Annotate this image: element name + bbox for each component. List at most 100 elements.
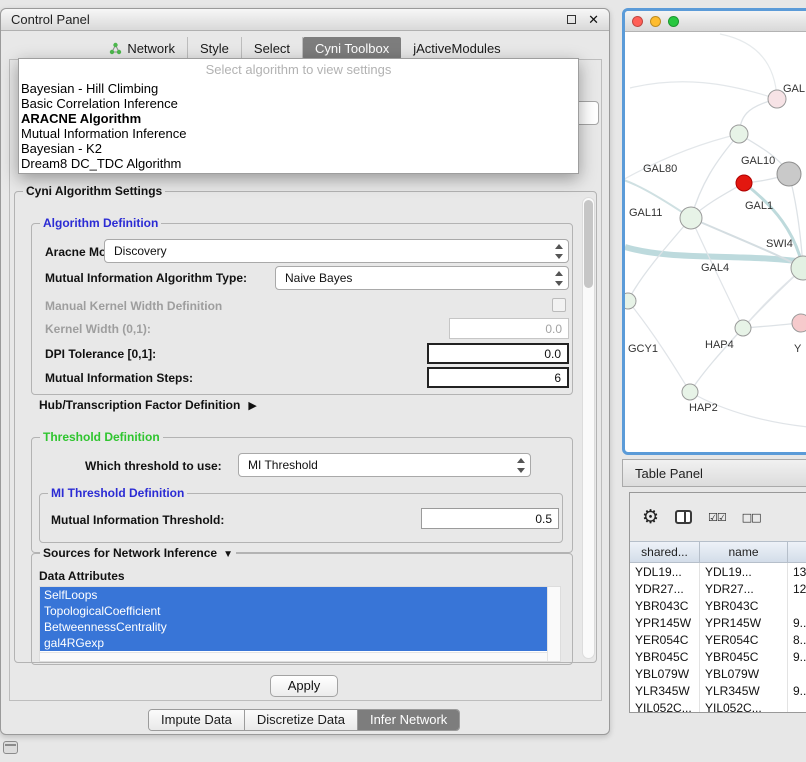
network-node[interactable] [625, 293, 636, 309]
tab-impute-data[interactable]: Impute Data [149, 710, 245, 730]
mi-steps-label: Mutual Information Steps: [45, 371, 193, 385]
combobox-arrows-icon [555, 271, 563, 286]
table-cell [788, 699, 806, 713]
minimize-traffic-light[interactable] [650, 16, 661, 27]
combobox-arrows-icon [517, 458, 525, 473]
column-header[interactable] [788, 541, 806, 563]
kernel-width-field: 0.0 [449, 318, 569, 339]
expand-down-icon: ▼ [223, 549, 233, 560]
table-row[interactable]: YBR045CYBR045C9... [630, 648, 806, 665]
close-traffic-light[interactable] [632, 16, 643, 27]
deselect-all-icon[interactable]: □□ [742, 511, 761, 524]
network-node[interactable] [792, 314, 806, 332]
control-panel-titlebar[interactable]: Control Panel ✕ [1, 9, 609, 31]
mi-type-label: Mutual Information Algorithm Type: [45, 271, 247, 285]
mi-threshold-field[interactable]: 0.5 [421, 508, 559, 529]
hub-definition-expander[interactable]: Hub/Transcription Factor Definition▶ [39, 398, 257, 412]
table-cell: YBR043C [700, 597, 788, 614]
data-attribute-item[interactable]: TopologicalCoefficient [40, 603, 547, 619]
network-node[interactable] [682, 384, 698, 400]
table-cell: YER054C [630, 631, 700, 648]
field-value: 0.0 [545, 322, 562, 336]
algorithm-option[interactable]: Dream8 DC_TDC Algorithm [19, 156, 578, 171]
bottom-tab-bar: Impute Data Discretize Data Infer Networ… [148, 709, 460, 731]
tab-jactivemodules[interactable]: jActiveModules [401, 37, 512, 59]
algorithm-option[interactable]: Bayesian - Hill Climbing [19, 81, 578, 96]
data-attribute-item[interactable]: gal4RGexp [40, 635, 547, 651]
tab-select[interactable]: Select [242, 37, 303, 59]
table-cell [788, 597, 806, 614]
tab-style[interactable]: Style [188, 37, 242, 59]
network-node[interactable] [735, 320, 751, 336]
table-cell: 8... [788, 631, 806, 648]
algorithm-option[interactable]: Mutual Information Inference [19, 126, 578, 141]
table-cell: YLR345W [700, 682, 788, 699]
network-node[interactable] [730, 125, 748, 143]
table-row[interactable]: YDL19...YDL19...13... [630, 563, 806, 580]
aracne-mode-combobox[interactable]: Discovery [104, 239, 569, 263]
close-icon[interactable]: ✕ [588, 13, 599, 26]
tab-infer-network[interactable]: Infer Network [358, 710, 459, 730]
hub-definition-label: Hub/Transcription Factor Definition [39, 398, 240, 412]
zoom-traffic-light[interactable] [668, 16, 679, 27]
select-all-icon[interactable]: ☑☑ [708, 511, 726, 524]
algorithm-popup-placeholder: Select algorithm to view settings [19, 59, 578, 81]
table-cell: YLR345W [630, 682, 700, 699]
network-node[interactable] [680, 207, 702, 229]
tab-label: Select [254, 41, 290, 56]
network-node[interactable] [777, 162, 801, 186]
table-cell: YBL079W [700, 665, 788, 682]
tab-label: Network [127, 41, 175, 56]
table-cell: 9... [788, 614, 806, 631]
data-attribute-item[interactable]: SelfLoops [40, 587, 547, 603]
column-header[interactable]: name [700, 541, 788, 563]
network-canvas[interactable]: GALGAL80GAL10GAL11GAL1SWI4GAL4GCY1HAP4YH… [625, 32, 806, 452]
table-panel-titlebar[interactable]: Table Panel [622, 459, 806, 487]
table-cell: 13... [788, 563, 806, 580]
table-row[interactable]: YBR043CYBR043C [630, 597, 806, 614]
float-window-icon[interactable] [567, 15, 576, 24]
table-row[interactable]: YER054CYER054C8... [630, 631, 806, 648]
mi-steps-field[interactable]: 6 [427, 367, 569, 388]
mi-type-combobox[interactable]: Naive Bayes [275, 266, 569, 290]
sources-title: Sources for Network Inference [43, 546, 217, 560]
group-title: MI Threshold Definition [48, 486, 187, 500]
columns-icon[interactable] [675, 510, 692, 524]
algorithm-option[interactable]: ARACNE Algorithm [19, 111, 578, 126]
table-cell: YPR145W [630, 614, 700, 631]
list-vertical-scrollbar[interactable] [547, 587, 560, 661]
apply-button[interactable]: Apply [270, 675, 338, 697]
dpi-tolerance-field[interactable]: 0.0 [427, 343, 569, 364]
algorithm-option[interactable]: Basic Correlation Inference [19, 96, 578, 111]
network-window-titlebar[interactable] [625, 11, 806, 32]
network-node[interactable] [736, 175, 752, 191]
table-row[interactable]: YBL079WYBL079W [630, 665, 806, 682]
settings-scrollbar[interactable] [582, 197, 595, 659]
table-row[interactable]: YPR145WYPR145W9... [630, 614, 806, 631]
tab-cyni-toolbox[interactable]: Cyni Toolbox [303, 37, 401, 59]
table-cell: YDR27... [630, 580, 700, 597]
data-attributes-label: Data Attributes [39, 569, 125, 583]
table-row[interactable]: YIL052C...YIL052C... [630, 699, 806, 713]
node-label: GCY1 [628, 343, 658, 355]
window-title: Control Panel [11, 12, 90, 27]
table-cell: YBR043C [630, 597, 700, 614]
list-horizontal-scrollbar[interactable] [40, 652, 547, 661]
data-attributes-list[interactable]: SelfLoopsTopologicalCoefficientBetweenne… [39, 586, 561, 662]
which-threshold-combobox[interactable]: MI Threshold [238, 453, 531, 477]
docked-panel-icon[interactable] [3, 741, 18, 754]
desktop: Control Panel ✕ Network Style Select [0, 0, 806, 762]
node-label: GAL4 [701, 262, 729, 274]
table-row[interactable]: YDR27...YDR27...12... [630, 580, 806, 597]
data-attribute-item[interactable]: BetweennessCentrality [40, 619, 547, 635]
column-header[interactable]: shared... [630, 541, 700, 563]
tab-discretize-data[interactable]: Discretize Data [245, 710, 358, 730]
node-label: HAP4 [705, 339, 734, 351]
sources-expander[interactable]: Sources for Network Inference ▼ [40, 546, 236, 560]
control-panel-tabs: Network Style Select Cyni Toolbox jActiv… [1, 37, 609, 59]
tab-network[interactable]: Network [97, 37, 188, 59]
gear-icon[interactable]: ⚙ [642, 508, 659, 527]
scrollbar-thumb[interactable] [584, 200, 593, 288]
table-row[interactable]: YLR345WYLR345W9... [630, 682, 806, 699]
algorithm-option[interactable]: Bayesian - K2 [19, 141, 578, 156]
